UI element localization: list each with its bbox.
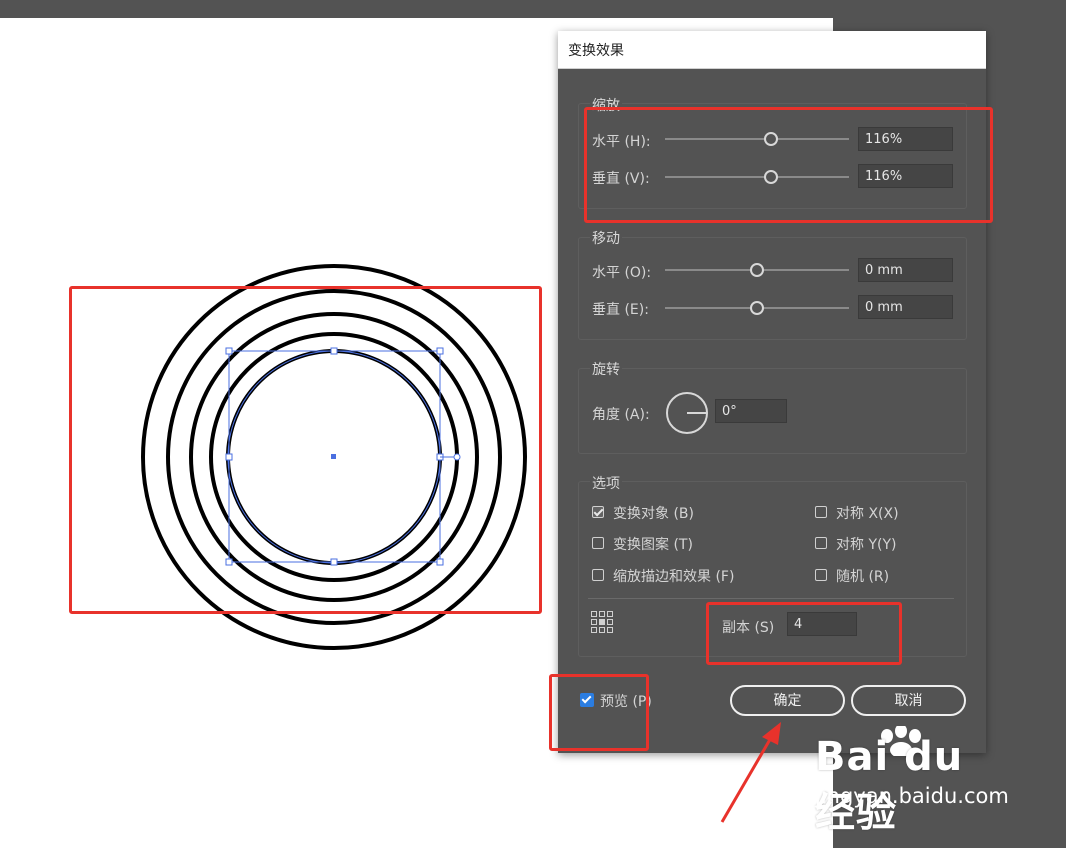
random-checkbox[interactable] (815, 569, 827, 581)
cancel-button[interactable]: 取消 (851, 685, 966, 716)
ok-button[interactable]: 确定 (730, 685, 845, 716)
scale-group (578, 103, 967, 209)
angle-dial-icon[interactable] (665, 391, 709, 435)
scale-strokes-label: 缩放描边和效果 (F) (613, 569, 735, 585)
copies-input[interactable]: 4 (787, 612, 857, 636)
move-group (578, 237, 967, 340)
options-group-title: 选项 (590, 473, 622, 493)
transform-patterns-label: 变换图案 (T) (613, 537, 693, 553)
move-horizontal-input[interactable]: 0 mm (858, 258, 953, 282)
angle-label: 角度 (A): (592, 407, 650, 423)
reference-point-icon[interactable] (591, 611, 613, 633)
move-group-title: 移动 (590, 228, 622, 248)
scale-group-title: 缩放 (590, 95, 622, 115)
scale-strokes-checkbox[interactable] (592, 569, 604, 581)
move-vertical-label: 垂直 (E): (592, 302, 649, 318)
move-horizontal-label: 水平 (O): (592, 265, 652, 281)
transform-objects-label: 变换对象 (B) (613, 506, 694, 522)
scale-horizontal-slider-track[interactable] (665, 138, 849, 140)
scale-vertical-slider-track[interactable] (665, 176, 849, 178)
scale-vertical-input[interactable]: 116% (858, 164, 953, 188)
rotate-group-title: 旋转 (590, 359, 622, 379)
copies-label: 副本 (S) (722, 620, 775, 636)
scale-horizontal-input[interactable]: 116% (858, 127, 953, 151)
transform-effect-dialog: 变换效果 缩放 水平 (H): 116% 垂直 (V): 116% 移动 水平 … (558, 31, 986, 753)
move-vertical-input[interactable]: 0 mm (858, 295, 953, 319)
scale-horizontal-slider-knob[interactable] (764, 132, 778, 146)
reflect-y-checkbox[interactable] (815, 537, 827, 549)
preview-label: 预览 (P) (600, 694, 652, 710)
angle-input[interactable]: 0° (715, 399, 787, 423)
scale-vertical-label: 垂直 (V): (592, 171, 650, 187)
dialog-title: 变换效果 (568, 43, 624, 59)
baidu-jingyan-watermark: Bai du 经验 jingyan.baidu.com (815, 726, 1015, 836)
app-top-bar (0, 0, 1066, 18)
scale-vertical-slider-knob[interactable] (764, 170, 778, 184)
transform-objects-checkbox[interactable] (592, 506, 604, 518)
options-divider (588, 598, 954, 599)
preview-checkbox[interactable] (580, 693, 594, 707)
reflect-x-checkbox[interactable] (815, 506, 827, 518)
transform-patterns-checkbox[interactable] (592, 537, 604, 549)
reflect-x-label: 对称 X(X) (836, 506, 899, 522)
center-point (331, 454, 336, 459)
dialog-titlebar[interactable]: 变换效果 (558, 31, 986, 69)
random-label: 随机 (R) (836, 569, 890, 585)
watermark-url: jingyan.baidu.com (815, 784, 1009, 808)
scale-horizontal-label: 水平 (H): (592, 134, 651, 150)
move-horizontal-slider-knob[interactable] (750, 263, 764, 277)
move-vertical-slider-knob[interactable] (750, 301, 764, 315)
live-shape-widget (453, 453, 461, 461)
reflect-y-label: 对称 Y(Y) (836, 537, 897, 553)
